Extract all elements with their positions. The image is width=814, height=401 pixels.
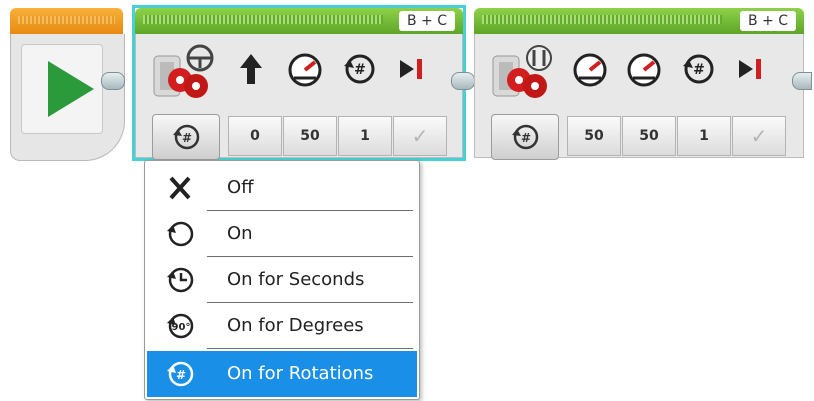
block-body: # # 0 50 1 ✓ bbox=[135, 34, 463, 160]
port-selector[interactable]: B + C bbox=[398, 11, 455, 31]
large-motor-icon bbox=[153, 44, 214, 98]
right-power-value[interactable]: 50 bbox=[622, 116, 676, 156]
svg-text:#: # bbox=[354, 62, 366, 78]
start-block-header bbox=[10, 8, 123, 34]
rotate-icon bbox=[167, 221, 194, 247]
parameter-row: 50 50 1 ✓ bbox=[567, 116, 787, 156]
menu-item-on[interactable]: On bbox=[145, 211, 419, 257]
menu-item-off[interactable]: Off bbox=[145, 165, 419, 211]
start-block-body bbox=[10, 34, 125, 161]
rotations-value[interactable]: 1 bbox=[677, 116, 731, 156]
connector-plug bbox=[792, 72, 812, 90]
brake-icon bbox=[400, 59, 422, 79]
block-header: B + C bbox=[474, 8, 804, 34]
power-value[interactable]: 50 bbox=[283, 116, 337, 156]
menu-item-label: On for Seconds bbox=[227, 269, 365, 290]
menu-item-on-for-degrees[interactable]: 90° On for Degrees bbox=[145, 303, 419, 349]
move-tank-block-2[interactable]: B + C # # 50 50 1 ✓ bbox=[474, 8, 804, 160]
connector-plug bbox=[101, 72, 125, 90]
degrees-icon: 90° bbox=[167, 313, 194, 339]
mode-selector-button[interactable]: # bbox=[491, 114, 559, 160]
rotations-icon: # bbox=[512, 124, 539, 150]
move-tank-block-1[interactable]: B + C # # 0 50 1 ✓ bbox=[132, 5, 466, 161]
menu-item-label: Off bbox=[227, 177, 254, 198]
parameter-row: 0 50 1 ✓ bbox=[228, 116, 448, 156]
large-motor-icon bbox=[492, 45, 552, 98]
timer-icon bbox=[167, 267, 194, 293]
steering-arrow-icon bbox=[240, 54, 262, 84]
mode-selector-button[interactable]: # bbox=[152, 114, 220, 160]
svg-text:90°: 90° bbox=[172, 322, 191, 333]
power-gauge-icon bbox=[573, 53, 607, 87]
power-gauge-icon bbox=[288, 53, 322, 87]
rotations-icon: # bbox=[173, 124, 200, 150]
start-play-area[interactable] bbox=[21, 44, 103, 134]
rotations-icon: # bbox=[683, 54, 714, 84]
connector-plug bbox=[451, 72, 475, 90]
left-power-value[interactable]: 50 bbox=[567, 116, 621, 156]
svg-text:#: # bbox=[521, 131, 531, 145]
mode-dropdown-menu: Off On On for Seconds 90° On for Degrees bbox=[144, 160, 420, 400]
steering-value[interactable]: 0 bbox=[228, 116, 282, 156]
menu-item-on-for-seconds[interactable]: On for Seconds bbox=[145, 257, 419, 303]
menu-item-label: On for Degrees bbox=[227, 315, 364, 336]
brake-toggle[interactable]: ✓ bbox=[393, 116, 447, 156]
divider bbox=[207, 348, 413, 349]
brake-toggle[interactable]: ✓ bbox=[732, 116, 786, 156]
play-icon[interactable] bbox=[48, 61, 94, 117]
svg-text:#: # bbox=[176, 368, 186, 382]
svg-text:#: # bbox=[182, 131, 192, 145]
block-header: B + C bbox=[135, 8, 463, 34]
brake-icon bbox=[739, 59, 761, 79]
rotations-value[interactable]: 1 bbox=[338, 116, 392, 156]
port-selector[interactable]: B + C bbox=[739, 11, 796, 31]
menu-item-label: On bbox=[227, 223, 253, 244]
power-gauge-icon bbox=[627, 53, 661, 87]
block-body: # # 50 50 1 ✓ bbox=[474, 34, 804, 160]
menu-item-label: On for Rotations bbox=[227, 363, 374, 384]
close-icon bbox=[169, 176, 191, 200]
rotations-icon: # bbox=[344, 54, 375, 84]
rotations-icon: # bbox=[167, 361, 194, 387]
menu-item-on-for-rotations[interactable]: # On for Rotations bbox=[147, 351, 417, 397]
svg-text:#: # bbox=[693, 62, 705, 78]
